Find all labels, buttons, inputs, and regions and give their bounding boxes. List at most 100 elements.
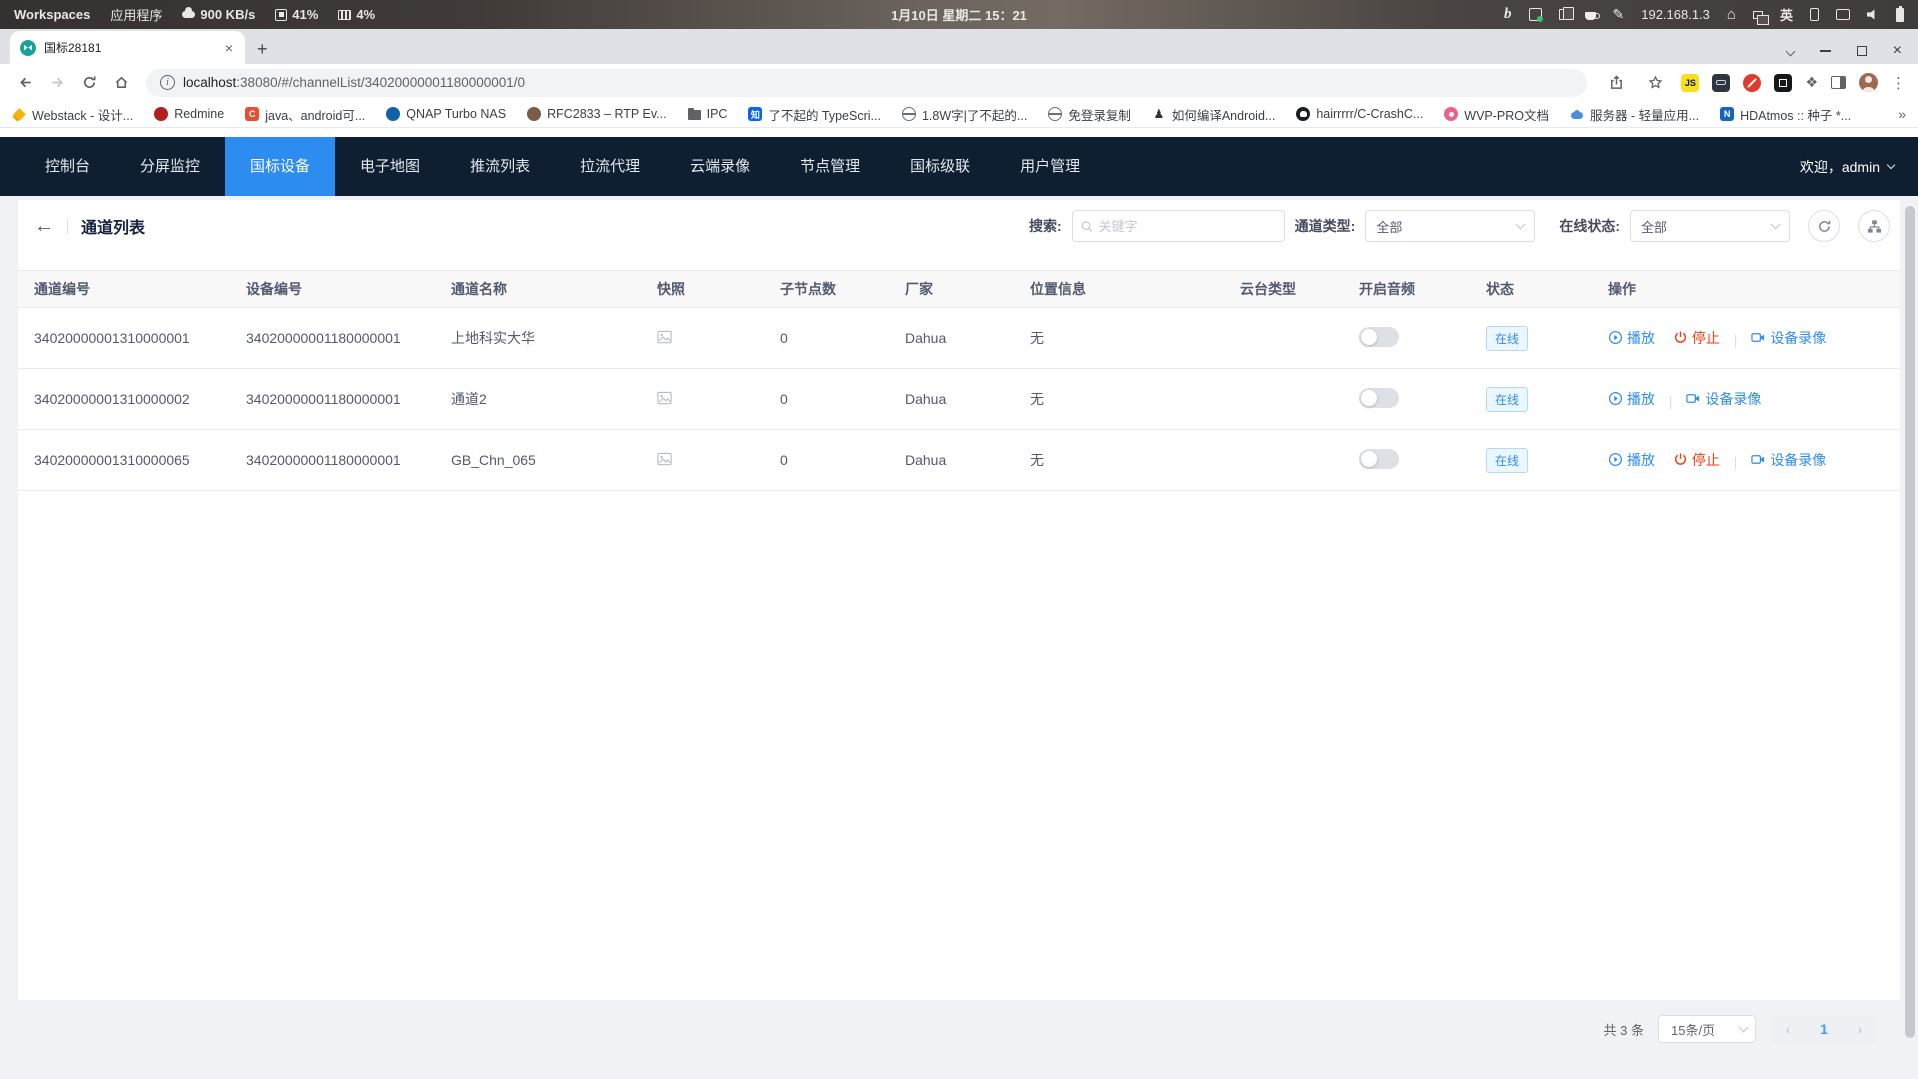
back-icon[interactable] — [12, 70, 38, 96]
back-button[interactable]: ← — [34, 216, 54, 236]
nav-item-push-list[interactable]: 推流列表 — [445, 137, 555, 196]
url-bar[interactable]: i localhost:38080/#/channelList/34020000… — [146, 69, 1587, 97]
nav-item-gb-devices[interactable]: 国标设备 — [225, 137, 335, 196]
current-page[interactable]: 1 — [1806, 1021, 1842, 1037]
reload-icon[interactable] — [76, 70, 102, 96]
bookmark-android[interactable]: ♟如何编译Android... — [1152, 105, 1276, 124]
nav-item-split-monitor[interactable]: 分屏监控 — [115, 137, 225, 196]
globe-icon — [902, 107, 916, 121]
stop-button[interactable]: 停止 — [1673, 328, 1720, 348]
window-minimize-button[interactable] — [1820, 50, 1831, 52]
battery-icon — [1896, 8, 1904, 22]
bookmark-qnap[interactable]: QNAP Turbo NAS — [386, 107, 506, 121]
browser-menu-icon[interactable]: ⋮ — [1891, 74, 1906, 92]
extensions-puzzle-icon[interactable]: ❖ — [1805, 74, 1818, 91]
nav-item-gb-cascade[interactable]: 国标级联 — [885, 137, 995, 196]
workspaces-button[interactable]: Workspaces — [14, 7, 90, 22]
cloud-favicon — [1570, 107, 1584, 121]
display-tray-icon[interactable] — [1836, 9, 1850, 20]
nav-item-map[interactable]: 电子地图 — [335, 137, 445, 196]
color-picker-tray-icon[interactable]: ✎ — [1613, 6, 1625, 23]
windows-tray-icon[interactable] — [1753, 11, 1763, 19]
site-info-icon[interactable]: i — [160, 75, 175, 90]
bookmark-copy[interactable]: 免登录复制 — [1048, 105, 1131, 124]
bookmark-server[interactable]: 服务器 - 轻量应用... — [1570, 105, 1699, 124]
forward-icon[interactable] — [44, 70, 70, 96]
clock[interactable]: 1月10日 星期二 15：21 — [891, 5, 1027, 24]
snapshot-thumbnail-icon[interactable] — [657, 391, 672, 405]
browser-tab-strip: 国标28181 × + × — [0, 29, 1918, 64]
bookmark-redmine[interactable]: Redmine — [154, 107, 224, 121]
channel-list-card: ← 通道列表 搜索: 通道类型: 全部 在线状态: — [18, 200, 1900, 1000]
nav-item-user-manage[interactable]: 用户管理 — [995, 137, 1105, 196]
play-button[interactable]: 播放 — [1608, 450, 1655, 470]
browser-tab[interactable]: 国标28181 × — [10, 31, 245, 64]
nav-item-console[interactable]: 控制台 — [20, 137, 115, 196]
share-icon[interactable] — [1603, 70, 1629, 96]
online-status-select[interactable]: 全部 — [1630, 210, 1790, 242]
nav-item-cloud-record[interactable]: 云端录像 — [665, 137, 775, 196]
bookmark-webstack[interactable]: Webstack - 设计... — [12, 105, 133, 124]
bookmark-java[interactable]: Cjava、android可... — [245, 105, 365, 124]
audio-toggle[interactable] — [1359, 327, 1399, 347]
device-record-button[interactable]: 设备录像 — [1751, 328, 1826, 348]
col-device-id: 设备编号 — [230, 271, 435, 308]
caffeine-tray-icon[interactable] — [1585, 12, 1596, 20]
adblock-extension-icon[interactable] — [1743, 74, 1761, 92]
bookmark-rfc2833[interactable]: RFC2833 – RTP Ev... — [527, 107, 667, 121]
bookmark-star-icon[interactable] — [1642, 70, 1668, 96]
next-page-button[interactable]: › — [1842, 1021, 1878, 1037]
search-box[interactable] — [1072, 210, 1285, 242]
snapshot-thumbnail-icon[interactable] — [657, 330, 672, 344]
play-button[interactable]: 播放 — [1608, 328, 1655, 348]
tab-close-icon[interactable]: × — [223, 40, 235, 56]
bookmark-github[interactable]: hairrrrr/C-CrashC... — [1296, 107, 1423, 121]
bookmark-folder-ipc[interactable]: IPC — [688, 107, 728, 121]
bookmark-typescript[interactable]: 知了不起的 TypeScri... — [748, 105, 881, 124]
dark-extension-icon[interactable] — [1712, 74, 1730, 92]
audio-toggle[interactable] — [1359, 449, 1399, 469]
applications-menu[interactable]: 应用程序 — [110, 5, 162, 24]
stop-button[interactable]: 停止 — [1673, 450, 1720, 470]
profile-avatar[interactable] — [1859, 73, 1878, 92]
tab-search-chevron-icon[interactable] — [1785, 46, 1795, 56]
home-icon[interactable] — [108, 70, 134, 96]
bing-tray-icon[interactable]: b — [1504, 6, 1512, 23]
bookmarks-overflow-chevron[interactable]: » — [1898, 106, 1906, 122]
input-method-indicator[interactable]: 英 — [1780, 5, 1793, 24]
search-input[interactable] — [1098, 219, 1275, 234]
scrollbar-thumb[interactable] — [1905, 206, 1915, 1038]
nav-item-node-manage[interactable]: 节点管理 — [775, 137, 885, 196]
col-ptz-type: 云台类型 — [1224, 271, 1343, 308]
prev-page-button[interactable]: ‹ — [1770, 1021, 1806, 1037]
clipboard-tray-icon[interactable] — [1559, 9, 1568, 20]
tree-view-button[interactable] — [1858, 210, 1890, 242]
window-close-button[interactable]: × — [1893, 46, 1902, 56]
device-record-button[interactable]: 设备录像 — [1686, 389, 1761, 409]
bookmark-18w[interactable]: 1.8W字|了不起的... — [902, 105, 1027, 124]
bookmark-wvp[interactable]: WVP-PRO文档 — [1444, 105, 1549, 124]
side-panel-icon[interactable] — [1831, 76, 1846, 89]
screenshot-tray-icon[interactable] — [1529, 8, 1542, 21]
nav-item-pull-proxy[interactable]: 拉流代理 — [555, 137, 665, 196]
phone-tray-icon[interactable] — [1810, 8, 1819, 21]
bookmark-hdatmos[interactable]: NHDAtmos :: 种子 *... — [1720, 105, 1851, 124]
js-extension-icon[interactable]: JS — [1681, 74, 1699, 92]
page-size-select[interactable]: 15条/页 — [1658, 1015, 1756, 1043]
folder-icon — [688, 110, 701, 120]
network-download-icon — [182, 11, 195, 18]
audio-toggle[interactable] — [1359, 388, 1399, 408]
channel-type-select[interactable]: 全部 — [1365, 210, 1535, 242]
play-button[interactable]: 播放 — [1608, 389, 1655, 409]
chevron-down-icon — [1516, 220, 1526, 230]
black-extension-icon[interactable] — [1774, 74, 1792, 92]
window-maximize-button[interactable] — [1857, 46, 1867, 56]
new-tab-button[interactable]: + — [257, 39, 268, 60]
home-tray-icon[interactable]: ⌂ — [1727, 6, 1736, 23]
device-record-button[interactable]: 设备录像 — [1751, 450, 1826, 470]
user-welcome-menu[interactable]: 欢迎，admin — [1800, 157, 1918, 177]
refresh-button[interactable] — [1808, 210, 1840, 242]
pagination: 共 3 条 15条/页 ‹ 1 › — [18, 1014, 1900, 1044]
snapshot-thumbnail-icon[interactable] — [657, 452, 672, 466]
volume-icon[interactable] — [1867, 9, 1879, 21]
